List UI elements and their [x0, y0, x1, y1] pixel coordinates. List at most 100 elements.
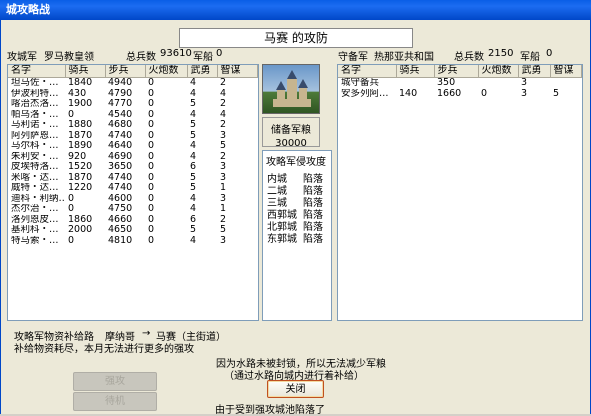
table-row[interactable]: 米喀・达… 1870 4740 0 5 3 — [8, 173, 258, 184]
progress-row: 二城 陷落 — [263, 186, 331, 198]
table-cell: 4790 — [108, 88, 133, 99]
progress-row: 内城 陷落 — [263, 174, 331, 186]
attacker-table[interactable]: 名字 骑兵 步兵 火炮数 武勇 智谋 坦马佐・… 1840 4940 0 4 2 伊波利特… 430 47… — [7, 64, 259, 321]
table-row[interactable]: 阿列萨恩… 1870 4740 0 5 3 — [8, 131, 258, 142]
table-cell: 威特・达… — [11, 183, 59, 193]
table-cell: 4600 — [108, 193, 133, 204]
table-cell: 4 — [190, 235, 197, 246]
table-row[interactable]: 城守备兵 350 3 — [338, 78, 582, 89]
assault-button[interactable]: 强攻 — [73, 372, 157, 391]
table-cell: 米喀・达… — [11, 172, 59, 183]
attacker-ships: 0 — [216, 48, 223, 59]
table-cell: 3 — [521, 88, 528, 99]
table-cell: 2000 — [68, 225, 93, 235]
table-cell: 4 — [190, 204, 197, 214]
table-cell: 2 — [220, 120, 227, 130]
table-row[interactable]: 坦马佐・… 1840 4940 0 4 2 — [8, 78, 258, 89]
table-cell: 6 — [190, 162, 197, 172]
section-status: 陷落 — [303, 234, 323, 245]
table-cell: 3 — [220, 235, 227, 246]
table-cell — [396, 78, 434, 89]
table-row[interactable]: 杰尔治・… 0 4750 0 4 1 — [8, 204, 258, 215]
section-status: 陷落 — [303, 222, 323, 233]
siege-caption: 马赛 的攻防 — [179, 28, 413, 48]
column-header[interactable]: 火炮数 — [145, 65, 188, 78]
table-cell: 1870 — [68, 172, 93, 183]
defender-ships-label: 军船 — [520, 52, 540, 63]
table-row[interactable]: 喀治杰洛… 1900 4770 0 5 2 — [8, 99, 258, 110]
table-cell: 140 — [399, 88, 418, 99]
table-cell: 0 — [148, 162, 155, 172]
table-cell: 4740 — [108, 183, 133, 193]
table-cell: 0 — [481, 88, 488, 99]
invasion-progress-panel: 攻略军侵攻度 内城 陷落 二城 陷落 三城 陷落 西郭城 陷落 北郭城 陷落 东郭城 陷落 — [262, 150, 332, 321]
table-cell: 4740 — [108, 130, 133, 141]
attacker-label: 攻城军 — [7, 52, 37, 63]
table-cell: 5 — [220, 141, 227, 151]
table-cell: 5 — [220, 225, 227, 235]
table-row[interactable]: 朱利安・… 920 4690 0 4 2 — [8, 152, 258, 163]
column-header[interactable]: 智谋 — [217, 65, 258, 78]
table-cell: 1890 — [68, 141, 93, 151]
table-cell: 4540 — [108, 109, 133, 120]
column-header[interactable]: 智谋 — [550, 65, 582, 78]
table-row[interactable]: 伊波利特… 430 4790 0 4 4 — [8, 89, 258, 100]
table-row[interactable]: 马利诺・… 1880 4680 0 5 2 — [8, 120, 258, 131]
column-header[interactable]: 名字 — [8, 65, 66, 78]
table-row[interactable]: 洛列恩皮… 1860 4660 0 6 2 — [8, 215, 258, 226]
column-header[interactable]: 武勇 — [187, 65, 218, 78]
defender-ships: 0 — [546, 48, 553, 59]
table-cell: 0 — [148, 88, 155, 99]
table-cell: 6 — [190, 214, 197, 225]
table-cell: 5 — [190, 120, 197, 130]
table-cell: 4940 — [108, 77, 133, 88]
table-cell: 4680 — [108, 120, 133, 130]
table-cell: 0 — [68, 193, 75, 204]
table-cell — [478, 78, 518, 89]
table-row[interactable]: 帕乌洛・… 0 4540 0 4 4 — [8, 110, 258, 121]
defender-table[interactable]: 名字 骑兵 步兵 火炮数 武勇 智谋 城守备兵 350 3 安多列阿… 140 1660 0 3 5 — [337, 64, 583, 321]
table-cell: 5 — [190, 99, 197, 109]
table-cell: 4 — [190, 151, 197, 162]
column-header[interactable]: 骑兵 — [65, 65, 106, 78]
table-cell: 2 — [220, 151, 227, 162]
table-cell — [550, 78, 582, 89]
table-cell: 2 — [220, 99, 227, 109]
table-cell: 特马索・… — [11, 235, 59, 246]
table-cell: 阿列萨恩… — [11, 130, 59, 141]
table-cell: 0 — [148, 99, 155, 109]
table-row[interactable]: 特马索・… 0 4810 0 4 3 — [8, 236, 258, 247]
defender-leader: 热那亚共和国 — [374, 52, 434, 63]
table-cell: 迪科・利纳… — [11, 193, 65, 204]
table-cell: 1 — [220, 204, 227, 214]
table-row[interactable]: 基利科・… 2000 4650 0 5 5 — [8, 225, 258, 236]
column-header[interactable]: 火炮数 — [478, 65, 519, 78]
column-header[interactable]: 步兵 — [434, 65, 479, 78]
table-cell: 5 — [190, 130, 197, 141]
column-header[interactable]: 骑兵 — [396, 65, 435, 78]
wait-button[interactable]: 待机 — [73, 392, 157, 411]
window-title: 城攻略战 — [0, 0, 591, 20]
close-button[interactable]: 关闭 — [267, 380, 324, 398]
column-header[interactable]: 武勇 — [518, 65, 551, 78]
table-cell: 4 — [220, 88, 227, 99]
table-row[interactable]: 安多列阿… 140 1660 0 3 5 — [338, 89, 582, 100]
table-row[interactable]: 马尔科・… 1890 4640 0 4 5 — [8, 141, 258, 152]
table-cell: 0 — [148, 172, 155, 183]
column-header[interactable]: 名字 — [338, 65, 397, 78]
table-cell: 4 — [220, 109, 227, 120]
table-cell: 1520 — [68, 162, 93, 172]
table-row[interactable]: 威特・达… 1220 4740 0 5 1 — [8, 183, 258, 194]
section-status: 陷落 — [303, 198, 323, 209]
table-cell: 3 — [521, 77, 528, 88]
progress-row: 三城 陷落 — [263, 198, 331, 210]
castle-section: 二城 — [267, 186, 287, 197]
section-status: 陷落 — [303, 210, 323, 221]
table-cell: 0 — [148, 235, 155, 246]
table-cell: 4640 — [108, 141, 133, 151]
column-header[interactable]: 步兵 — [105, 65, 146, 78]
table-row[interactable]: 迪科・利纳… 0 4600 0 4 3 — [8, 194, 258, 205]
table-row[interactable]: 皮埃特洛… 1520 3650 0 6 3 — [8, 162, 258, 173]
attacker-ships-label: 军船 — [193, 52, 213, 63]
table-cell: 马利诺・… — [11, 120, 59, 130]
